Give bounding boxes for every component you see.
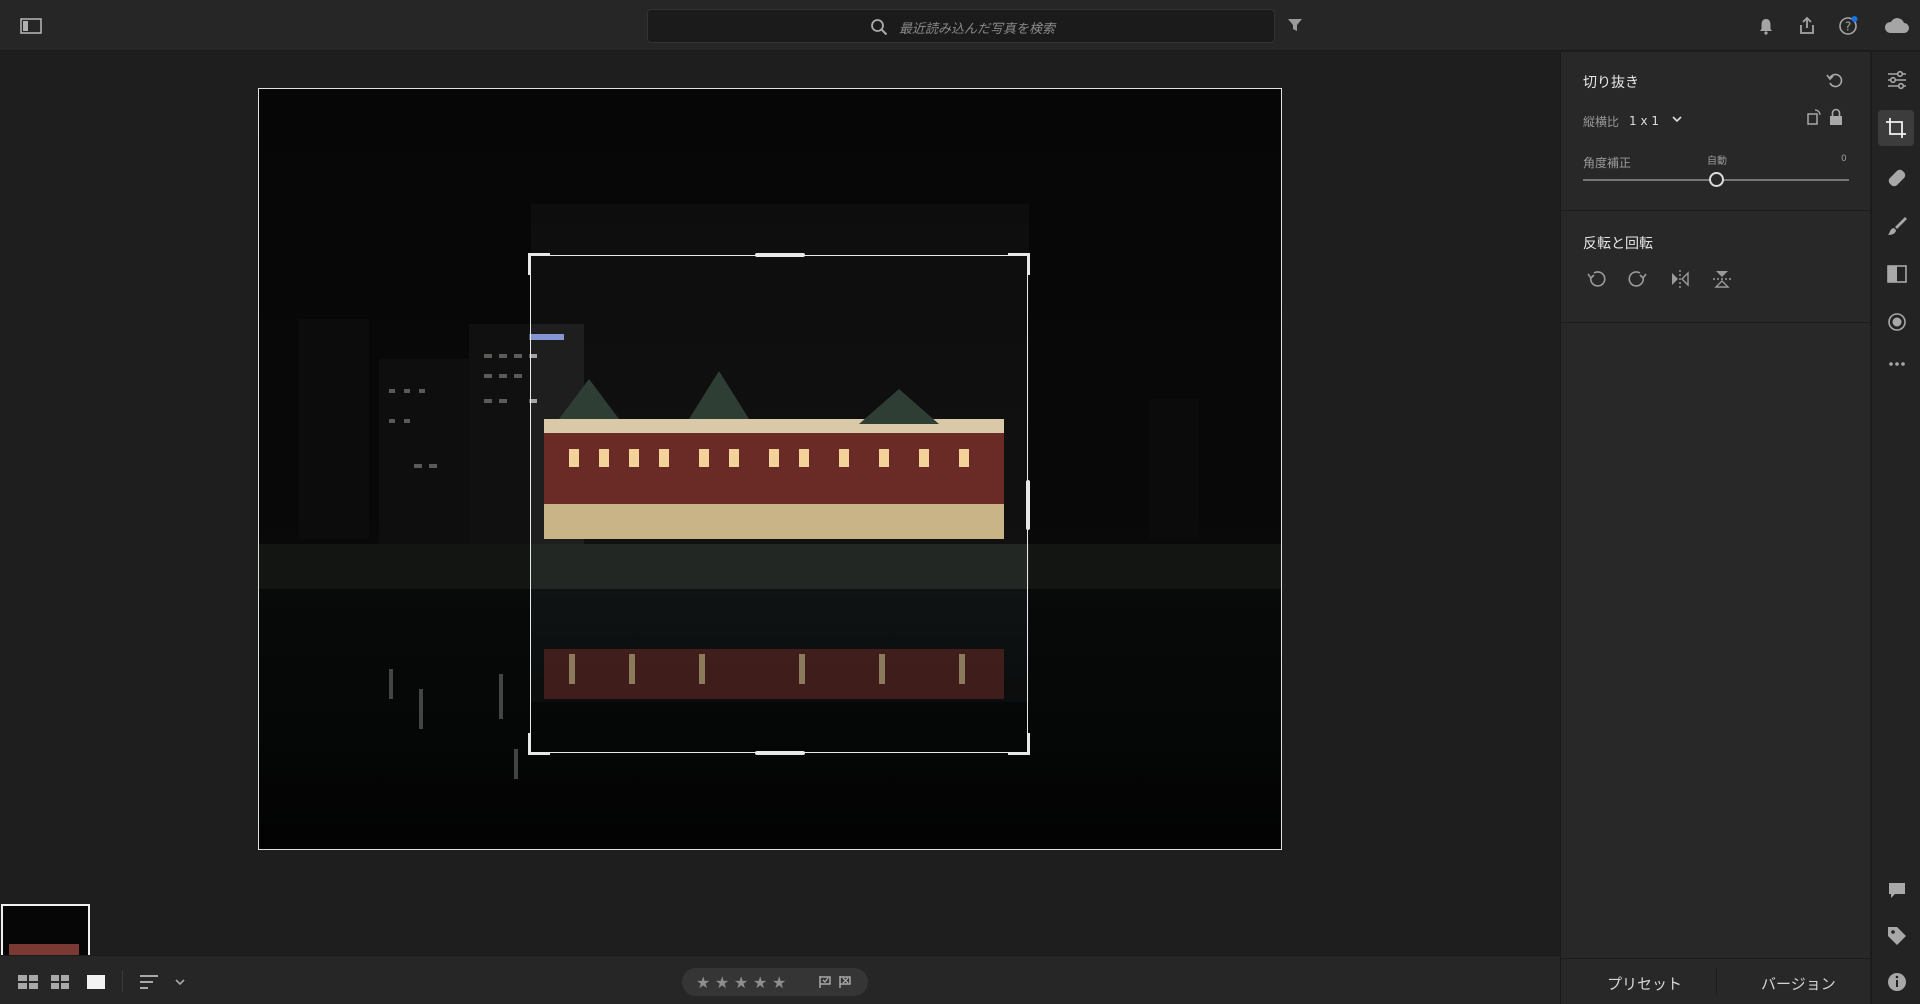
crop-corner-top-left[interactable] — [528, 253, 550, 275]
cloud-sync-icon[interactable] — [1884, 16, 1910, 36]
crop-section-title: 切り抜き — [1583, 75, 1639, 91]
aspect-ratio-value: 1 x 1 — [1629, 114, 1659, 128]
straighten-slider-knob[interactable] — [1708, 172, 1724, 187]
help-icon[interactable]: ? — [1838, 16, 1858, 36]
star-2-icon[interactable]: ★ — [715, 973, 729, 992]
crop-tool-button[interactable] — [1878, 110, 1914, 146]
tab-divider — [1716, 969, 1717, 995]
radial-gradient-icon[interactable] — [1885, 310, 1909, 334]
straighten-value: 0 — [1841, 154, 1847, 164]
healing-brush-icon[interactable] — [1885, 166, 1909, 190]
rotate-right-icon[interactable] — [1627, 268, 1649, 290]
chevron-down-icon[interactable] — [174, 975, 186, 989]
search-bar[interactable]: 最近読み込んだ写真を検索 — [647, 9, 1275, 43]
flip-vertical-icon[interactable] — [1711, 268, 1733, 290]
photo-viewer — [0, 52, 1560, 1004]
tag-icon[interactable] — [1885, 924, 1909, 948]
aspect-ratio-label: 縦横比 — [1583, 115, 1620, 129]
flag-pick-icon[interactable] — [818, 975, 832, 989]
adjustments-icon[interactable] — [1885, 68, 1909, 92]
section-divider — [1561, 322, 1871, 323]
flag-reject-icon[interactable] — [838, 975, 852, 989]
grid-view-icon[interactable] — [50, 975, 70, 989]
straighten-label: 角度補正 — [1583, 156, 1632, 170]
straighten-auto-button[interactable]: 自動 — [1707, 152, 1727, 167]
aspect-ratio-dropdown[interactable]: 1 x 1 — [1629, 110, 1682, 130]
rotate-left-icon[interactable] — [1585, 268, 1607, 290]
search-icon — [871, 19, 888, 36]
svg-text:?: ? — [1845, 20, 1851, 34]
crop-box[interactable] — [528, 253, 1030, 755]
bottom-toolbar: ★ ★ ★ ★ ★ — [0, 955, 1560, 1004]
crop-handle-top[interactable] — [755, 253, 805, 257]
brush-icon[interactable] — [1885, 214, 1909, 238]
crop-handle-bottom[interactable] — [755, 751, 805, 755]
sort-icon[interactable] — [140, 975, 160, 989]
crop-corner-bottom-right[interactable] — [1008, 733, 1030, 755]
app-window: 最近読み込んだ写真を検索 ? ★ ★ ★ ★ ★ 切り抜き 縦横比 1 x 1 … — [0, 0, 1920, 1004]
share-icon[interactable] — [1797, 16, 1817, 36]
rating-flag-control: ★ ★ ★ ★ ★ — [682, 968, 868, 996]
panel-bottom-tabs: プリセット バージョン — [1561, 958, 1871, 1004]
star-5-icon[interactable]: ★ — [772, 973, 786, 992]
crop-corner-top-right[interactable] — [1008, 253, 1030, 275]
crop-icon — [1886, 118, 1906, 138]
lock-aspect-icon[interactable] — [1827, 108, 1845, 126]
top-bar: 最近読み込んだ写真を検索 ? — [0, 0, 1920, 51]
notification-bell-icon[interactable] — [1756, 16, 1776, 36]
chevron-down-icon — [1672, 116, 1682, 123]
presets-tab[interactable]: プリセット — [1607, 973, 1682, 994]
filter-icon[interactable] — [1286, 16, 1304, 34]
crop-handle-right[interactable] — [1026, 480, 1030, 530]
versions-tab[interactable]: バージョン — [1761, 973, 1836, 994]
comment-icon[interactable] — [1885, 878, 1909, 902]
edit-panel: 切り抜き 縦横比 1 x 1 角度補正 自動 0 反転と回転 プリセット バージ… — [1560, 52, 1871, 1004]
star-3-icon[interactable]: ★ — [734, 973, 748, 992]
detail-view-icon[interactable] — [86, 975, 106, 989]
rotate-aspect-icon[interactable] — [1805, 108, 1823, 126]
panel-toggle-icon[interactable] — [20, 17, 42, 35]
search-placeholder: 最近読み込んだ写真を検索 — [899, 22, 1056, 37]
info-icon[interactable] — [1885, 970, 1909, 994]
more-icon[interactable] — [1885, 352, 1909, 376]
flip-horizontal-icon[interactable] — [1669, 268, 1691, 290]
star-1-icon[interactable]: ★ — [696, 973, 710, 992]
reset-crop-icon[interactable] — [1825, 70, 1845, 90]
section-divider — [1561, 210, 1871, 211]
star-4-icon[interactable]: ★ — [753, 973, 767, 992]
square-grid-view-icon[interactable] — [18, 975, 38, 989]
linear-gradient-icon[interactable] — [1885, 262, 1909, 286]
crop-corner-bottom-left[interactable] — [528, 733, 550, 755]
edit-tool-strip — [1871, 52, 1920, 1004]
rotate-section-title: 反転と回転 — [1583, 236, 1653, 252]
bottom-divider — [122, 970, 123, 992]
